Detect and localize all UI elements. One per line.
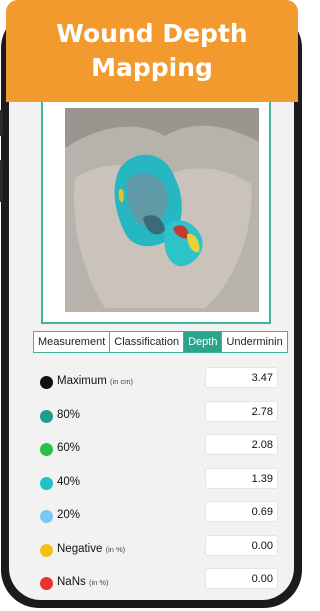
60-percent-dot-icon [40,443,53,456]
row-label-text: 40% [57,475,81,488]
depth-list: Maximum (in cm) 3.47 80% 2.78 60% 2.08 4… [39,366,285,601]
image-card [41,102,271,324]
value-field[interactable]: 1.39 [205,467,278,489]
list-item: 60% 2.08 [39,433,285,467]
tab-undermining[interactable]: Underminin [222,332,286,352]
list-item: Maximum (in cm) 3.47 [39,366,285,400]
wound-depth-image [65,108,259,312]
value-field[interactable]: 2.08 [205,434,278,455]
list-item: Negative (in %) 0.00 [39,534,285,568]
row-label: Negative (in %) [57,543,125,555]
row-label: 20% [57,509,80,521]
value-field[interactable]: 0.00 [205,534,278,556]
tab-measurement[interactable]: Measurement [34,332,111,352]
row-label-text: 60% [57,442,81,454]
banner-title-line1: Wound Depth [56,19,248,48]
row-label: 80% [57,409,80,421]
80-percent-dot-icon [40,409,53,423]
row-unit: (in %) [105,544,126,554]
value-field[interactable]: 0.69 [205,501,278,522]
value-field[interactable]: 2.78 [205,400,278,422]
20-percent-dot-icon [40,510,53,523]
list-item: NaNs (in %) 0.00 [39,567,285,601]
value-field[interactable]: 0.00 [205,568,278,589]
maximum-dot-icon [40,376,53,389]
row-label: 60% [57,442,80,454]
row-label-text: Negative [57,542,103,555]
title-banner: Wound Depth Mapping [6,0,298,102]
row-label-text: Maximum [57,375,107,387]
side-button [0,160,3,202]
nans-dot-icon [40,577,53,590]
side-button [0,110,3,136]
40-percent-dot-icon [40,476,53,490]
negative-dot-icon [40,543,53,557]
list-item: 20% 0.69 [39,500,285,534]
row-label: NaNs (in %) [57,576,109,588]
tab-depth[interactable]: Depth [184,332,223,352]
list-item: 40% 1.39 [39,467,285,501]
row-label-text: NaNs [57,576,86,588]
list-item: 80% 2.78 [39,400,285,434]
banner-title-line2: Mapping [91,53,213,82]
row-unit: (in %) [88,578,109,587]
row-unit: (in cm) [110,377,133,386]
tab-classification[interactable]: Classification [110,332,185,352]
row-label-text: 20% [57,509,81,521]
row-label: 40% [57,476,80,488]
row-label: Maximum (in cm) [57,375,133,387]
value-field[interactable]: 3.47 [205,367,278,388]
tab-bar: Measurement Classification Depth Undermi… [33,331,288,353]
row-label-text: 80% [57,408,81,421]
